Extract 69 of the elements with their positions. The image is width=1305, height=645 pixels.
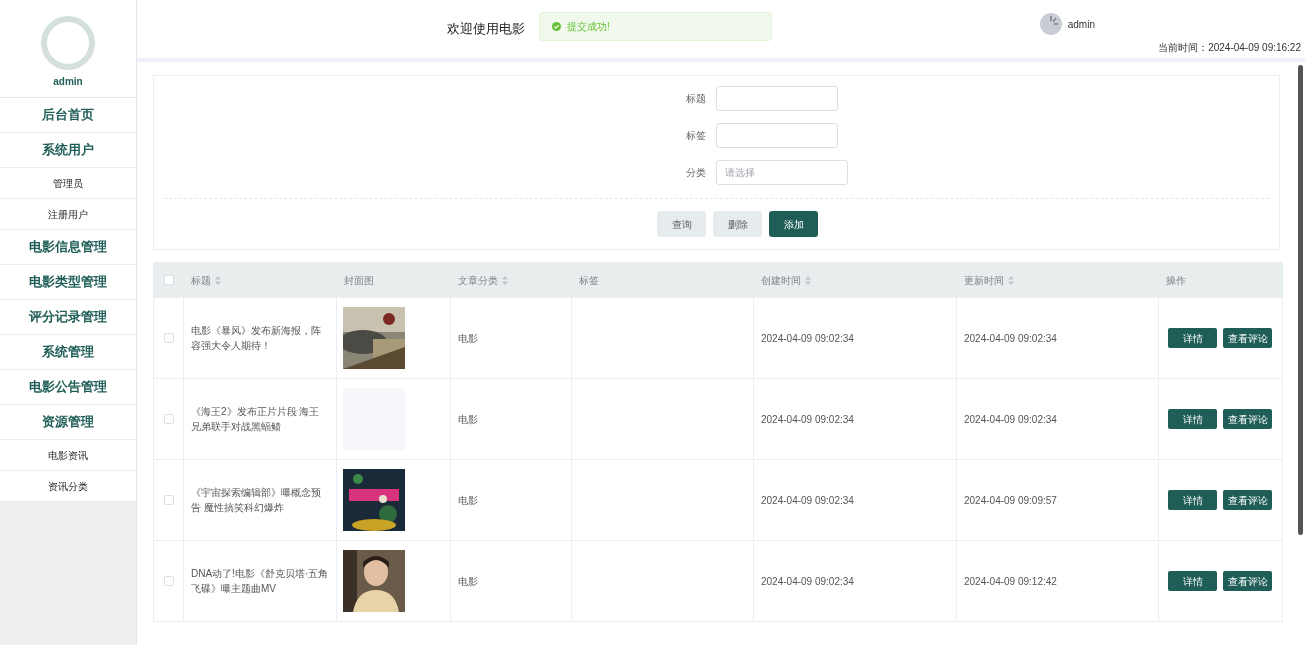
table-cell-text: 2024-04-09 09:02:34 [761, 412, 854, 427]
sidebar-item[interactable]: 系统管理 [0, 335, 136, 370]
table-cell-text: 2024-04-09 09:02:34 [761, 493, 854, 508]
sort-icon[interactable] [502, 275, 508, 285]
column-header: 操作 [1166, 273, 1186, 288]
avatar [41, 16, 95, 70]
scrollbar[interactable] [1298, 65, 1303, 535]
header-username: admin [1067, 17, 1095, 32]
sidebar-subitem[interactable]: 电影资讯 [0, 440, 136, 471]
field-label: 分类 [685, 166, 707, 180]
sidebar-subitem[interactable]: 管理员 [0, 168, 136, 199]
table-cell-text: DNA动了!电影《舒克贝塔·五角飞碟》曝主题曲MV [191, 567, 329, 596]
table-cell-text: 电影 [458, 574, 478, 589]
table-cell-text: 电影《暴风》发布新海报，阵容强大令人期待！ [191, 324, 322, 353]
checkbox[interactable] [163, 495, 174, 505]
input-field[interactable] [715, 86, 838, 111]
form-button[interactable]: 删除 [713, 211, 762, 237]
sidebar-item[interactable]: 电影公告管理 [0, 370, 136, 405]
column-header: 创建时间 [761, 273, 801, 288]
sidebar-item[interactable]: 后台首页 [0, 98, 136, 133]
checkbox[interactable] [163, 576, 174, 586]
current-time: 当前时间：2024-04-09 09:16:22 [1158, 41, 1301, 55]
column-header: 标题 [191, 273, 211, 288]
action-button[interactable]: 查看评论 [1223, 571, 1272, 591]
input-field[interactable] [715, 123, 838, 148]
action-button[interactable]: 详情 [1168, 571, 1217, 591]
action-button[interactable]: 查看评论 [1223, 328, 1272, 348]
sidebar-item[interactable]: 电影类型管理 [0, 265, 136, 300]
form-button[interactable]: 添加 [769, 211, 818, 237]
sidebar-subitem[interactable]: 资讯分类 [0, 471, 136, 502]
avatar-icon [1039, 13, 1062, 35]
sidebar-username: admin [53, 75, 83, 89]
checkbox[interactable] [164, 275, 174, 285]
table-cell-text: 《海王2》发布正片片段 海王兄弟联手对战黑蝠鲼 [191, 405, 321, 434]
table-cell-text: 2024-04-09 09:02:34 [761, 574, 854, 589]
field-label: 标签 [685, 129, 707, 143]
table-cell-text: 《宇宙探索编辑部》曝概念预告 魔性搞笑科幻爆炸 [191, 486, 322, 515]
field-label: 标题 [685, 92, 707, 106]
action-button[interactable]: 详情 [1168, 409, 1217, 429]
column-header: 更新时间 [964, 273, 1004, 288]
column-header: 标签 [579, 273, 599, 288]
sort-icon[interactable] [215, 275, 221, 285]
action-button[interactable]: 查看评论 [1223, 490, 1272, 510]
checkbox[interactable] [163, 414, 174, 424]
column-header: 封面图 [344, 273, 374, 288]
table-cell-text: 电影 [458, 493, 478, 508]
action-button[interactable]: 查看评论 [1223, 409, 1272, 429]
welcome-title: 欢迎使用电影 [447, 20, 525, 39]
table-cell-text: 电影 [458, 412, 478, 427]
table-cell-text: 2024-04-09 09:02:34 [964, 412, 1057, 427]
sidebar-item[interactable]: 评分记录管理 [0, 300, 136, 335]
table-cell-text: 电影 [458, 331, 478, 346]
action-button[interactable]: 详情 [1168, 490, 1217, 510]
checkbox[interactable] [163, 333, 174, 343]
sort-icon[interactable] [805, 275, 811, 285]
table-cell-text: 2024-04-09 09:02:34 [761, 331, 854, 346]
sidebar-item[interactable]: 资源管理 [0, 405, 136, 440]
sidebar-subitem[interactable]: 注册用户 [0, 199, 136, 230]
column-header: 文章分类 [458, 273, 498, 288]
sidebar-item[interactable]: 系统用户 [0, 133, 136, 168]
sidebar-item[interactable]: 电影信息管理 [0, 230, 136, 265]
success-icon [552, 22, 561, 31]
table-cell-text: 2024-04-09 09:02:34 [964, 331, 1057, 346]
table-cell-text: 2024-04-09 09:09:57 [964, 493, 1057, 508]
sort-icon[interactable] [1008, 275, 1014, 285]
action-button[interactable]: 详情 [1168, 328, 1217, 348]
table-cell-text: 2024-04-09 09:12:42 [964, 574, 1057, 589]
toast-message: 提交成功! [567, 20, 610, 34]
form-button[interactable]: 查询 [657, 211, 706, 237]
